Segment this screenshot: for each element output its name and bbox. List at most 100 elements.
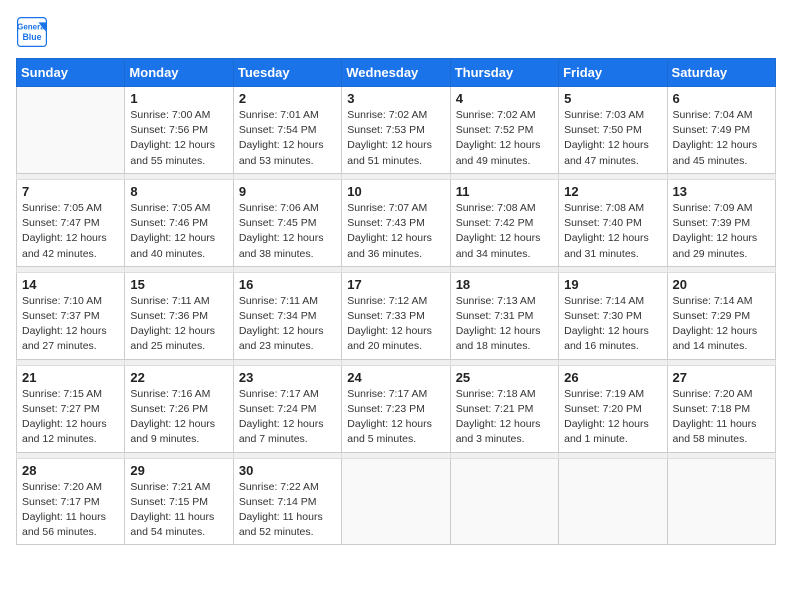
calendar-cell: 22 Sunrise: 7:16 AM Sunset: 7:26 PM Dayli… <box>125 365 233 452</box>
day-info: Sunrise: 7:00 AM Sunset: 7:56 PM Dayligh… <box>130 108 227 169</box>
weekday-header: Wednesday <box>342 59 450 87</box>
day-number: 7 <box>22 184 119 199</box>
calendar-cell <box>559 458 667 545</box>
day-number: 24 <box>347 370 444 385</box>
calendar-cell: 6 Sunrise: 7:04 AM Sunset: 7:49 PM Daylig… <box>667 87 775 174</box>
day-info: Sunrise: 7:22 AM Sunset: 7:14 PM Dayligh… <box>239 480 336 541</box>
calendar-cell: 18 Sunrise: 7:13 AM Sunset: 7:31 PM Dayli… <box>450 272 558 359</box>
calendar-cell: 9 Sunrise: 7:06 AM Sunset: 7:45 PM Daylig… <box>233 179 341 266</box>
day-number: 23 <box>239 370 336 385</box>
day-number: 9 <box>239 184 336 199</box>
calendar-week-row: 7 Sunrise: 7:05 AM Sunset: 7:47 PM Daylig… <box>17 179 776 266</box>
day-info: Sunrise: 7:19 AM Sunset: 7:20 PM Dayligh… <box>564 387 661 448</box>
day-info: Sunrise: 7:08 AM Sunset: 7:40 PM Dayligh… <box>564 201 661 262</box>
calendar-cell <box>450 458 558 545</box>
calendar-cell: 14 Sunrise: 7:10 AM Sunset: 7:37 PM Dayli… <box>17 272 125 359</box>
day-info: Sunrise: 7:07 AM Sunset: 7:43 PM Dayligh… <box>347 201 444 262</box>
day-info: Sunrise: 7:10 AM Sunset: 7:37 PM Dayligh… <box>22 294 119 355</box>
day-number: 25 <box>456 370 553 385</box>
day-number: 2 <box>239 91 336 106</box>
day-number: 4 <box>456 91 553 106</box>
day-info: Sunrise: 7:17 AM Sunset: 7:24 PM Dayligh… <box>239 387 336 448</box>
calendar-cell <box>17 87 125 174</box>
calendar-cell: 19Sunrise: 7:14 AM Sunset: 7:30 PM Dayli… <box>559 272 667 359</box>
day-number: 20 <box>673 277 770 292</box>
day-info: Sunrise: 7:06 AM Sunset: 7:45 PM Dayligh… <box>239 201 336 262</box>
weekday-header: Thursday <box>450 59 558 87</box>
day-info: Sunrise: 7:09 AM Sunset: 7:39 PM Dayligh… <box>673 201 770 262</box>
logo: General Blue <box>16 16 52 48</box>
day-number: 29 <box>130 463 227 478</box>
day-info: Sunrise: 7:16 AM Sunset: 7:26 PM Dayligh… <box>130 387 227 448</box>
day-number: 22 <box>130 370 227 385</box>
day-info: Sunrise: 7:11 AM Sunset: 7:34 PM Dayligh… <box>239 294 336 355</box>
day-number: 16 <box>239 277 336 292</box>
day-number: 28 <box>22 463 119 478</box>
day-info: Sunrise: 7:03 AM Sunset: 7:50 PM Dayligh… <box>564 108 661 169</box>
calendar-week-row: 1 Sunrise: 7:00 AM Sunset: 7:56 PM Daylig… <box>17 87 776 174</box>
page-header: General Blue <box>16 16 776 48</box>
calendar-week-row: 28 Sunrise: 7:20 AM Sunset: 7:17 PM Dayli… <box>17 458 776 545</box>
day-info: Sunrise: 7:04 AM Sunset: 7:49 PM Dayligh… <box>673 108 770 169</box>
day-number: 10 <box>347 184 444 199</box>
day-info: Sunrise: 7:17 AM Sunset: 7:23 PM Dayligh… <box>347 387 444 448</box>
day-info: Sunrise: 7:02 AM Sunset: 7:52 PM Dayligh… <box>456 108 553 169</box>
day-number: 14 <box>22 277 119 292</box>
day-info: Sunrise: 7:05 AM Sunset: 7:46 PM Dayligh… <box>130 201 227 262</box>
calendar-cell: 30 Sunrise: 7:22 AM Sunset: 7:14 PM Dayli… <box>233 458 341 545</box>
day-info: Sunrise: 7:21 AM Sunset: 7:15 PM Dayligh… <box>130 480 227 541</box>
calendar-cell: 3 Sunrise: 7:02 AM Sunset: 7:53 PM Daylig… <box>342 87 450 174</box>
day-info: Sunrise: 7:12 AM Sunset: 7:33 PM Dayligh… <box>347 294 444 355</box>
day-info: Sunrise: 7:18 AM Sunset: 7:21 PM Dayligh… <box>456 387 553 448</box>
calendar-cell: 23 Sunrise: 7:17 AM Sunset: 7:24 PM Dayli… <box>233 365 341 452</box>
day-info: Sunrise: 7:14 AM Sunset: 7:30 PM Dayligh… <box>564 294 661 355</box>
calendar-cell: 20 Sunrise: 7:14 AM Sunset: 7:29 PM Dayli… <box>667 272 775 359</box>
day-number: 13 <box>673 184 770 199</box>
calendar-cell: 2 Sunrise: 7:01 AM Sunset: 7:54 PM Daylig… <box>233 87 341 174</box>
calendar-cell: 21Sunrise: 7:15 AM Sunset: 7:27 PM Dayli… <box>17 365 125 452</box>
calendar-cell: 28 Sunrise: 7:20 AM Sunset: 7:17 PM Dayli… <box>17 458 125 545</box>
day-number: 3 <box>347 91 444 106</box>
day-number: 5 <box>564 91 661 106</box>
day-number: 21 <box>22 370 119 385</box>
day-number: 15 <box>130 277 227 292</box>
day-number: 6 <box>673 91 770 106</box>
calendar-cell: 5 Sunrise: 7:03 AM Sunset: 7:50 PM Daylig… <box>559 87 667 174</box>
day-info: Sunrise: 7:01 AM Sunset: 7:54 PM Dayligh… <box>239 108 336 169</box>
day-info: Sunrise: 7:11 AM Sunset: 7:36 PM Dayligh… <box>130 294 227 355</box>
svg-text:Blue: Blue <box>22 32 41 42</box>
day-number: 11 <box>456 184 553 199</box>
day-number: 17 <box>347 277 444 292</box>
calendar-cell: 24 Sunrise: 7:17 AM Sunset: 7:23 PM Dayli… <box>342 365 450 452</box>
day-info: Sunrise: 7:14 AM Sunset: 7:29 PM Dayligh… <box>673 294 770 355</box>
calendar-cell: 12Sunrise: 7:08 AM Sunset: 7:40 PM Dayli… <box>559 179 667 266</box>
calendar-cell: 17 Sunrise: 7:12 AM Sunset: 7:33 PM Dayli… <box>342 272 450 359</box>
calendar-cell: 10 Sunrise: 7:07 AM Sunset: 7:43 PM Dayli… <box>342 179 450 266</box>
day-number: 1 <box>130 91 227 106</box>
calendar-cell: 8Sunrise: 7:05 AM Sunset: 7:46 PM Daylig… <box>125 179 233 266</box>
calendar-cell: 29 Sunrise: 7:21 AM Sunset: 7:15 PM Dayli… <box>125 458 233 545</box>
weekday-header: Tuesday <box>233 59 341 87</box>
day-number: 27 <box>673 370 770 385</box>
day-info: Sunrise: 7:05 AM Sunset: 7:47 PM Dayligh… <box>22 201 119 262</box>
calendar-table: SundayMondayTuesdayWednesdayThursdayFrid… <box>16 58 776 545</box>
calendar-week-row: 14 Sunrise: 7:10 AM Sunset: 7:37 PM Dayli… <box>17 272 776 359</box>
calendar-cell: 27Sunrise: 7:20 AM Sunset: 7:18 PM Dayli… <box>667 365 775 452</box>
calendar-cell: 25 Sunrise: 7:18 AM Sunset: 7:21 PM Dayli… <box>450 365 558 452</box>
calendar-cell: 11Sunrise: 7:08 AM Sunset: 7:42 PM Dayli… <box>450 179 558 266</box>
day-number: 18 <box>456 277 553 292</box>
logo-icon: General Blue <box>16 16 48 48</box>
calendar-week-row: 21Sunrise: 7:15 AM Sunset: 7:27 PM Dayli… <box>17 365 776 452</box>
calendar-cell: 16 Sunrise: 7:11 AM Sunset: 7:34 PM Dayli… <box>233 272 341 359</box>
weekday-header: Friday <box>559 59 667 87</box>
calendar-cell: 26Sunrise: 7:19 AM Sunset: 7:20 PM Dayli… <box>559 365 667 452</box>
weekday-header: Sunday <box>17 59 125 87</box>
day-info: Sunrise: 7:20 AM Sunset: 7:17 PM Dayligh… <box>22 480 119 541</box>
calendar-cell: 1 Sunrise: 7:00 AM Sunset: 7:56 PM Daylig… <box>125 87 233 174</box>
day-info: Sunrise: 7:13 AM Sunset: 7:31 PM Dayligh… <box>456 294 553 355</box>
weekday-header: Saturday <box>667 59 775 87</box>
calendar-cell <box>667 458 775 545</box>
calendar-cell: 7 Sunrise: 7:05 AM Sunset: 7:47 PM Daylig… <box>17 179 125 266</box>
day-number: 30 <box>239 463 336 478</box>
day-info: Sunrise: 7:02 AM Sunset: 7:53 PM Dayligh… <box>347 108 444 169</box>
